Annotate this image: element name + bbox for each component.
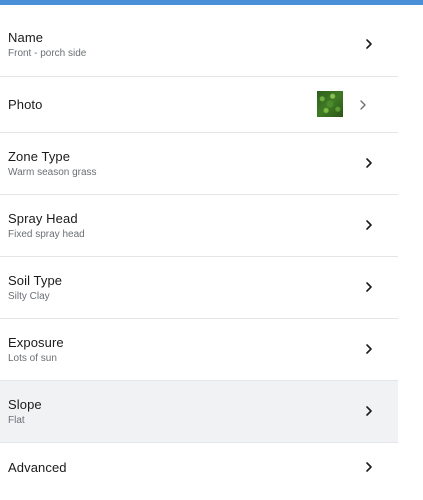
setting-title: Photo <box>8 97 43 112</box>
zone-settings-list: Name Front - porch side Photo Zone Type … <box>0 14 398 487</box>
chevron-right-icon <box>364 218 374 232</box>
chevron-right-icon <box>364 460 374 474</box>
setting-row-slope[interactable]: Slope Flat <box>0 381 398 443</box>
chevron-right-icon <box>364 404 374 418</box>
setting-value: Front - porch side <box>8 48 87 59</box>
setting-row-photo[interactable]: Photo <box>0 77 398 133</box>
top-accent-bar <box>0 0 423 5</box>
setting-row-zone-type[interactable]: Zone Type Warm season grass <box>0 133 398 195</box>
setting-title: Soil Type <box>8 273 63 288</box>
setting-value: Warm season grass <box>8 167 97 178</box>
setting-value: Fixed spray head <box>8 229 85 240</box>
setting-title: Spray Head <box>8 211 78 226</box>
chevron-right-icon <box>364 280 374 294</box>
chevron-right-icon <box>364 156 374 170</box>
setting-row-soil-type[interactable]: Soil Type Silty Clay <box>0 257 398 319</box>
chevron-right-icon <box>358 98 368 112</box>
setting-row-exposure[interactable]: Exposure Lots of sun <box>0 319 398 381</box>
chevron-right-icon <box>364 37 374 51</box>
setting-value: Flat <box>8 415 25 426</box>
setting-title: Name <box>8 30 44 45</box>
setting-value: Silty Clay <box>8 291 50 302</box>
setting-title: Exposure <box>8 335 64 350</box>
setting-row-spray-head[interactable]: Spray Head Fixed spray head <box>0 195 398 257</box>
setting-row-advanced[interactable]: Advanced <box>0 443 398 487</box>
chevron-right-icon <box>364 342 374 356</box>
setting-row-name[interactable]: Name Front - porch side <box>0 14 398 77</box>
setting-value: Lots of sun <box>8 353 57 364</box>
photo-thumbnail <box>317 91 343 117</box>
setting-title: Slope <box>8 397 42 412</box>
setting-title: Advanced <box>8 460 67 475</box>
setting-title: Zone Type <box>8 149 71 164</box>
